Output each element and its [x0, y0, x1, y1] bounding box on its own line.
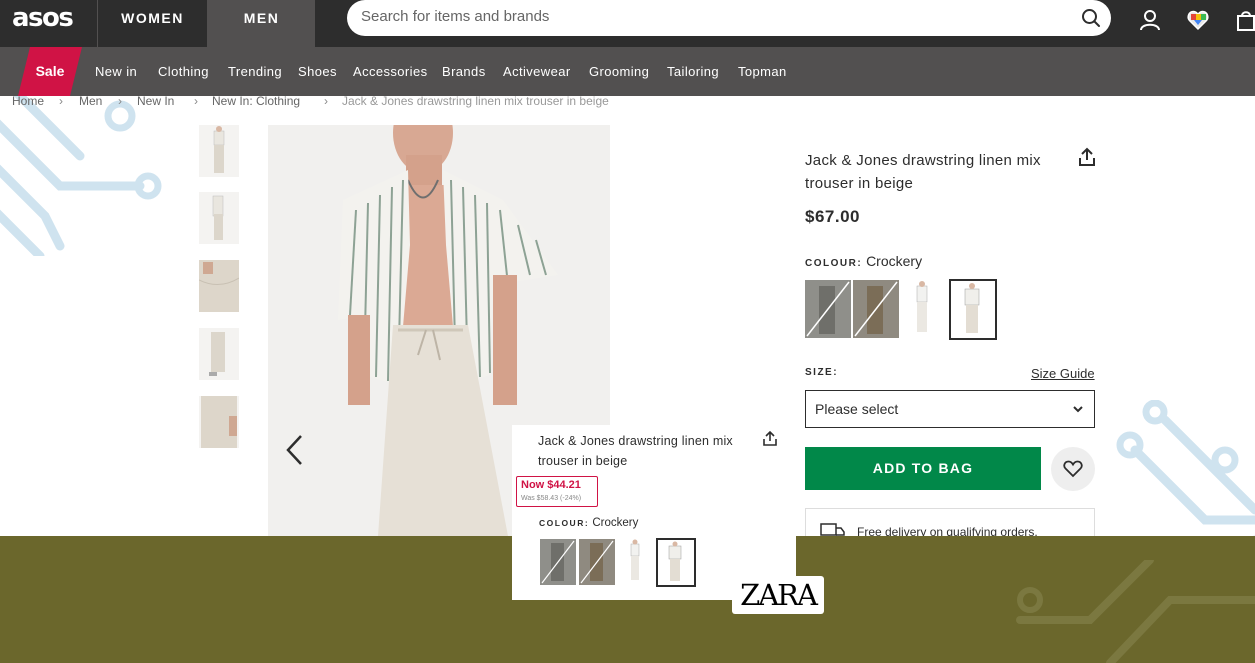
- product-thumbnail[interactable]: [199, 260, 239, 312]
- colour-label: COLOUR:: [805, 258, 863, 269]
- bag-icon[interactable]: [1234, 8, 1255, 32]
- quick-view-title: Jack & Jones drawstring linen mix trouse…: [538, 434, 733, 468]
- nav-item-accessories[interactable]: Accessories: [353, 47, 427, 96]
- product-thumbnail[interactable]: [199, 396, 239, 448]
- nav-item-trending[interactable]: Trending: [228, 47, 282, 96]
- colour-value: Crockery: [866, 253, 923, 269]
- size-select-value: Please select: [815, 401, 899, 417]
- breadcrumb-current: Jack & Jones drawstring linen mix trouse…: [342, 94, 609, 108]
- breadcrumb-separator: ›: [194, 94, 198, 108]
- breadcrumb-separator: ›: [118, 94, 122, 108]
- breadcrumb-separator: ›: [59, 94, 63, 108]
- chevron-down-icon: [1073, 406, 1083, 413]
- product-thumbnail[interactable]: [199, 328, 239, 380]
- nav-item-brands[interactable]: Brands: [442, 47, 486, 96]
- save-for-later-button[interactable]: [1051, 447, 1095, 491]
- carousel-prev-arrow[interactable]: [284, 433, 306, 467]
- nav-item-sale[interactable]: Sale: [18, 47, 82, 96]
- colour-value: Crockery: [592, 517, 639, 529]
- colour-selection: COLOUR: Crockery: [805, 253, 922, 269]
- zara-logo[interactable]: ZARA: [732, 576, 824, 614]
- tab-men[interactable]: MEN: [207, 0, 315, 47]
- nav-item-grooming[interactable]: Grooming: [589, 47, 649, 96]
- category-nav: Sale New in Clothing Trending Shoes Acce…: [0, 47, 1255, 96]
- size-select[interactable]: Please select: [805, 390, 1095, 428]
- now-price: Now $44.21: [521, 479, 581, 491]
- colour-swatch-unavailable[interactable]: [853, 280, 899, 338]
- breadcrumb-home[interactable]: Home: [12, 94, 44, 108]
- share-icon[interactable]: [762, 431, 778, 447]
- product-price: $67.00: [805, 207, 860, 226]
- colour-swatch[interactable]: [618, 539, 654, 585]
- account-icon[interactable]: [1138, 8, 1162, 32]
- colour-swatch[interactable]: [901, 280, 947, 338]
- quick-view-card: Jack & Jones drawstring linen mix trouse…: [512, 425, 796, 600]
- search-icon[interactable]: [1081, 8, 1101, 28]
- size-label: SIZE:: [805, 367, 839, 378]
- nav-item-topman[interactable]: Topman: [738, 47, 787, 96]
- product-title: Jack & Jones drawstring linen mix trouse…: [805, 152, 1041, 192]
- breadcrumb-new-in-clothing[interactable]: New In: Clothing: [212, 94, 300, 108]
- colour-swatch-unavailable[interactable]: [579, 539, 615, 585]
- nav-item-tailoring[interactable]: Tailoring: [667, 47, 719, 96]
- colour-label: COLOUR:: [539, 518, 590, 528]
- breadcrumb-separator: ›: [324, 94, 328, 108]
- tab-women[interactable]: WOMEN: [97, 0, 207, 47]
- heart-icon: [1063, 460, 1083, 478]
- breadcrumb-new-in[interactable]: New In: [137, 94, 174, 108]
- add-to-bag-button[interactable]: ADD TO BAG: [805, 447, 1041, 490]
- asos-logo[interactable]: asos: [12, 3, 74, 33]
- search-bar: [347, 0, 1111, 36]
- size-guide-link[interactable]: Size Guide: [1031, 366, 1095, 381]
- top-header: asos WOMEN MEN: [0, 0, 1255, 47]
- sale-price-badge: Now $44.21 Was $58.43 (-24%): [516, 476, 598, 507]
- colour-swatch-selected[interactable]: [949, 279, 997, 340]
- colour-swatch-selected[interactable]: [656, 538, 696, 587]
- product-thumbnail[interactable]: [199, 192, 239, 244]
- breadcrumb-men[interactable]: Men: [79, 94, 102, 108]
- nav-item-clothing[interactable]: Clothing: [158, 47, 209, 96]
- search-input[interactable]: [361, 8, 1061, 25]
- was-price: Was $58.43 (-24%): [521, 495, 582, 502]
- quick-view-colour: COLOUR: Crockery: [539, 517, 638, 529]
- saved-items-icon[interactable]: [1186, 8, 1210, 32]
- colour-swatch-unavailable[interactable]: [540, 539, 576, 585]
- background-decor-left: [0, 96, 162, 256]
- colour-swatch-unavailable[interactable]: [805, 280, 851, 338]
- nav-item-shoes[interactable]: Shoes: [298, 47, 337, 96]
- share-icon[interactable]: [1077, 147, 1097, 167]
- nav-item-activewear[interactable]: Activewear: [503, 47, 571, 96]
- product-thumbnail[interactable]: [199, 125, 239, 177]
- nav-item-new-in[interactable]: New in: [95, 47, 137, 96]
